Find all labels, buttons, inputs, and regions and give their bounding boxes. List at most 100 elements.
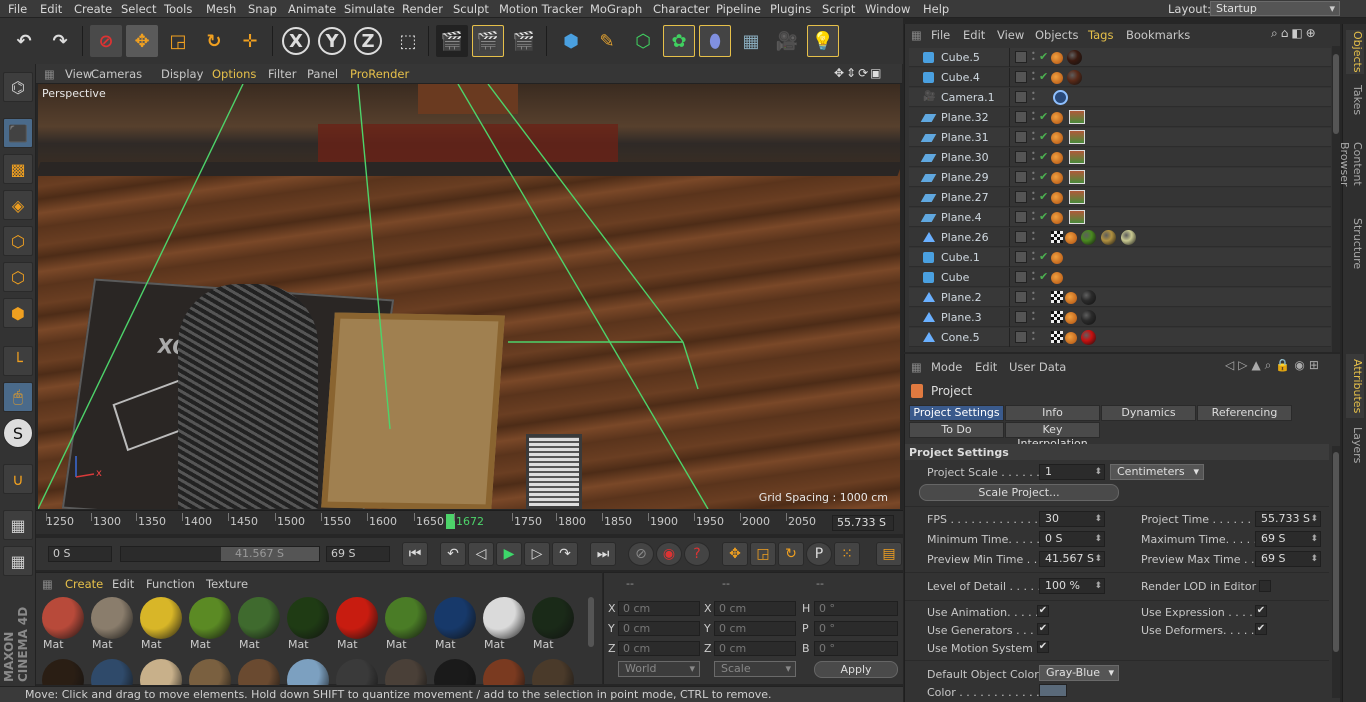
object-row[interactable]: Plane.27 • • ✔ [909, 188, 1331, 207]
material-swatch[interactable]: Mat [285, 597, 331, 653]
menu-pipeline[interactable]: Pipeline [716, 2, 761, 16]
material-swatch[interactable] [383, 659, 429, 685]
object-row[interactable]: Cube • • ✔ [909, 268, 1331, 287]
material-menu-edit[interactable]: Edit [112, 577, 134, 591]
timeline-window-icon[interactable]: ▤ [876, 542, 902, 566]
menu-sculpt[interactable]: Sculpt [453, 2, 489, 16]
material-swatch[interactable] [481, 659, 527, 685]
material-swatch[interactable]: Mat [187, 597, 233, 653]
visibility-dots-icon[interactable]: • • [1031, 290, 1037, 304]
menu-create[interactable]: Create [74, 2, 112, 16]
enabled-check-icon[interactable]: ✔ [1039, 110, 1048, 123]
object-menu-tags[interactable]: Tags [1088, 28, 1113, 42]
material-swatch[interactable]: Mat [40, 597, 86, 653]
visibility-dots-icon[interactable]: • • [1031, 210, 1037, 224]
layer-swatch[interactable] [1015, 271, 1027, 283]
object-row[interactable]: Cone.5 • • [909, 328, 1331, 347]
points-mode-icon[interactable]: ⬡ [3, 226, 33, 256]
menu-render[interactable]: Render [402, 2, 443, 16]
viewport-nav-icons[interactable]: ✥⇕⟳▣ [834, 66, 884, 80]
axis-z-icon[interactable]: Z [354, 27, 382, 55]
material-swatch[interactable] [40, 659, 86, 685]
enabled-check-icon[interactable]: ✔ [1039, 210, 1048, 223]
light-icon[interactable]: 💡 [807, 25, 839, 57]
visibility-dots-icon[interactable]: • • [1031, 190, 1037, 204]
use-deformers-checkbox[interactable]: ✔ [1255, 623, 1267, 635]
object-row[interactable]: Plane.2 • • [909, 288, 1331, 307]
material-swatch[interactable] [334, 659, 380, 685]
right-tab-structure[interactable]: Structure [1346, 214, 1364, 274]
visibility-dots-icon[interactable]: • • [1031, 90, 1037, 104]
material-swatch[interactable] [236, 659, 282, 685]
object-row[interactable]: Plane.30 • • ✔ [909, 148, 1331, 167]
right-tab-layers[interactable]: Layers [1346, 424, 1364, 466]
object-row[interactable]: Plane.26 • • [909, 228, 1331, 247]
default-object-color-dropdown[interactable]: Gray-Blue [1039, 665, 1119, 681]
layer-swatch[interactable] [1015, 331, 1027, 343]
material-swatch[interactable]: Mat [236, 597, 282, 653]
level-of-detail-field[interactable]: 100 % [1039, 578, 1105, 594]
render-view-icon[interactable]: 🎬 [436, 25, 468, 57]
material-swatch[interactable] [138, 659, 184, 685]
material-swatch[interactable] [530, 659, 576, 685]
menu-window[interactable]: Window [865, 2, 910, 16]
record-keys-icon[interactable]: ⊘ [628, 542, 654, 566]
attribute-tab-to-do[interactable]: To Do [909, 422, 1004, 438]
layer-swatch[interactable] [1015, 151, 1027, 163]
attribute-tab-project-settings[interactable]: Project Settings [909, 405, 1004, 421]
render-picture-viewer-icon[interactable]: 🎬 [472, 25, 504, 57]
key-parameter-icon[interactable]: P [806, 542, 832, 566]
locked-workplane-icon[interactable]: ▦ [3, 510, 33, 540]
menu-plugins[interactable]: Plugins [770, 2, 811, 16]
viewport-menu-options[interactable]: Options [212, 67, 256, 81]
coord-position-field[interactable]: 0 cm [618, 621, 700, 636]
material-swatch[interactable] [285, 659, 331, 685]
coord-size-field[interactable]: 0 cm [714, 601, 796, 616]
fps-field[interactable]: 30 [1039, 511, 1105, 527]
preview-min-time-field[interactable]: 41.567 S [1039, 551, 1105, 567]
project-scale-unit-dropdown[interactable]: Centimeters [1110, 464, 1204, 480]
subdivision-icon[interactable]: ⬡ [627, 25, 659, 57]
deformer-icon[interactable]: ⬮ [699, 25, 731, 57]
layer-swatch[interactable] [1015, 171, 1027, 183]
menu-motion-tracker[interactable]: Motion Tracker [499, 2, 583, 16]
object-menu-objects[interactable]: Objects [1035, 28, 1078, 42]
enabled-check-icon[interactable]: ✔ [1039, 130, 1048, 143]
attribute-scrollbar[interactable] [1332, 446, 1340, 698]
viewport-menu-display[interactable]: Display [161, 67, 203, 81]
menu-mesh[interactable]: Mesh [206, 2, 236, 16]
object-menu-file[interactable]: File [931, 28, 950, 42]
menu-file[interactable]: File [8, 2, 27, 16]
coord-rotation-field[interactable]: 0 ° [814, 601, 898, 616]
coord-size-field[interactable]: 0 cm [714, 621, 796, 636]
material-swatch[interactable]: Mat [432, 597, 478, 653]
layer-swatch[interactable] [1015, 311, 1027, 323]
visibility-dots-icon[interactable]: • • [1031, 110, 1037, 124]
menu-character[interactable]: Character [653, 2, 710, 16]
next-frame-icon[interactable]: ▷ [524, 542, 550, 566]
texture-mode-icon[interactable]: ▩ [3, 154, 33, 184]
layer-swatch[interactable] [1015, 251, 1027, 263]
workplane-mode-icon[interactable]: ◈ [3, 190, 33, 220]
object-menu-view[interactable]: View [997, 28, 1024, 42]
make-editable-icon[interactable]: ⌬ [3, 72, 33, 102]
planar-workplane-icon[interactable]: ▦ [3, 546, 33, 576]
maximum-time-field[interactable]: 69 S [1255, 531, 1321, 547]
attribute-menu-edit[interactable]: Edit [975, 360, 997, 374]
material-menu-function[interactable]: Function [146, 577, 195, 591]
go-to-end-icon[interactable]: ⏭ [590, 542, 616, 566]
layer-swatch[interactable] [1015, 91, 1027, 103]
object-search-icon[interactable]: ⌕⌂◧⊕ [1271, 26, 1319, 41]
tweak-mode-icon[interactable]: 🖱 [3, 382, 33, 412]
layer-swatch[interactable] [1015, 131, 1027, 143]
material-swatch[interactable]: Mat [383, 597, 429, 653]
layer-swatch[interactable] [1015, 71, 1027, 83]
use-generators-checkbox[interactable]: ✔ [1037, 623, 1049, 635]
timeline[interactable]: 55.733 S 1250 1300 1350 1400 1450 1500 1550 160… [36, 510, 903, 534]
autokey-icon[interactable]: ◉ [656, 542, 682, 566]
redo-icon[interactable]: ↷ [44, 25, 76, 57]
pen-spline-icon[interactable]: ✎ [591, 25, 623, 57]
key-rotation-icon[interactable]: ↻ [778, 542, 804, 566]
visibility-dots-icon[interactable]: • • [1031, 330, 1037, 344]
menu-mograph[interactable]: MoGraph [590, 2, 642, 16]
